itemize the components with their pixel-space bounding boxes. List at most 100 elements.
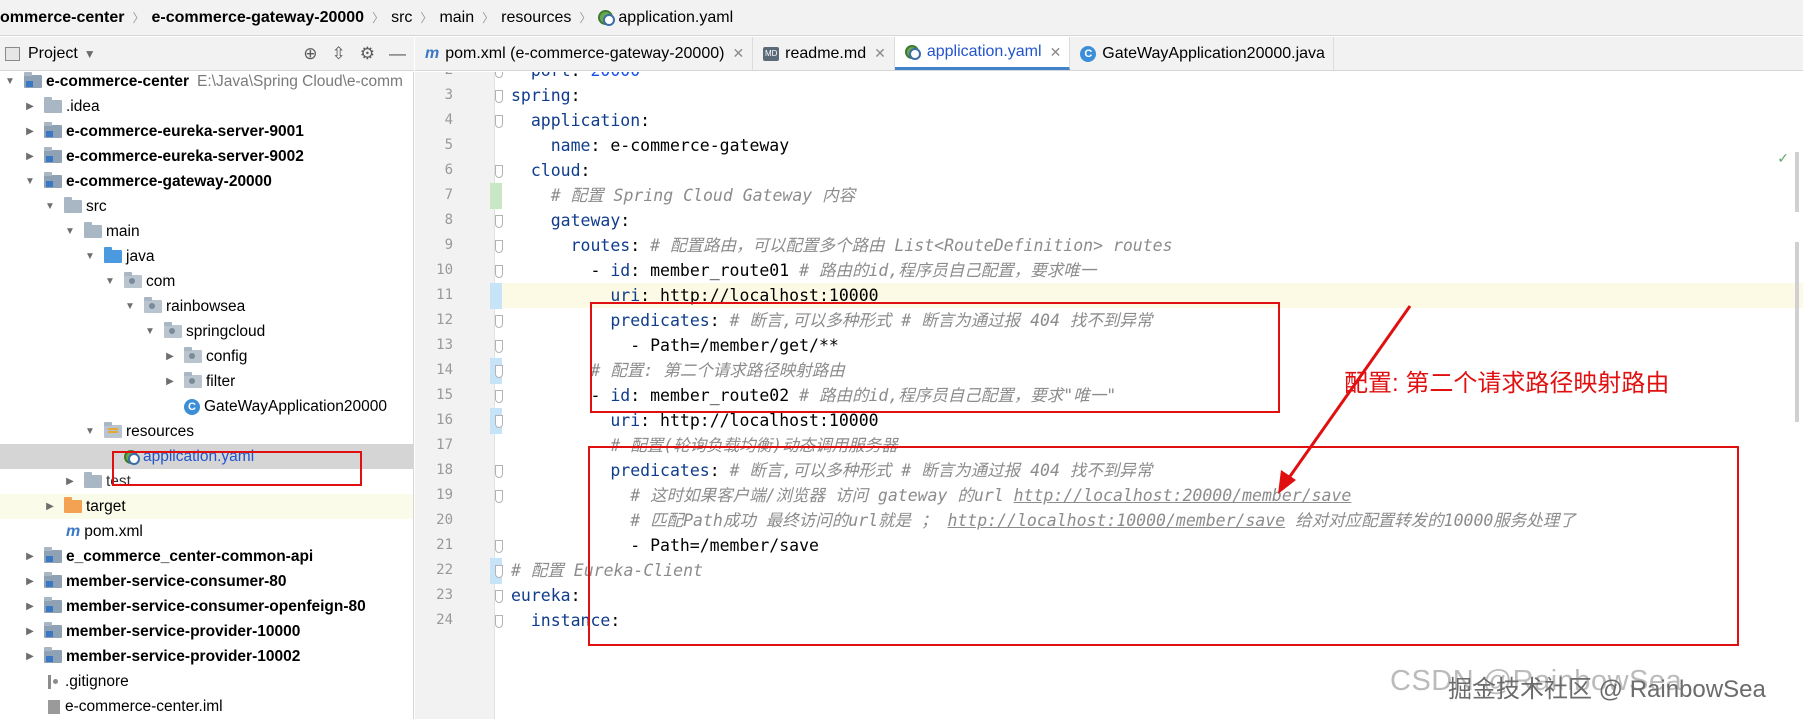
chevron-right-icon[interactable]: ▶ xyxy=(24,551,36,562)
code-line[interactable]: predicates: # 断言,可以多种形式 # 断言为通过报 404 找不到… xyxy=(511,458,1152,483)
tree-item[interactable]: ▶mpom.xml xyxy=(0,519,413,544)
code-line[interactable]: cloud: xyxy=(511,158,591,183)
chevron-right-icon[interactable]: ▶ xyxy=(44,501,56,512)
tree-item[interactable]: ▶ member-service-consumer-openfeign-80 xyxy=(0,594,413,619)
inspection-ok-icon[interactable]: ✓ xyxy=(1777,150,1789,167)
tree-item[interactable]: ▶ member-service-provider-10002 xyxy=(0,644,413,669)
code-line[interactable]: eureka: xyxy=(511,583,581,608)
breadcrumb-item[interactable]: application.yaml xyxy=(598,9,736,27)
breadcrumb-item[interactable]: main xyxy=(439,9,477,27)
code-line[interactable]: gateway: xyxy=(511,208,630,233)
code-line[interactable]: - id: member_route02 # 路由的id,程序员自己配置，要求"… xyxy=(511,383,1116,408)
chevron-down-icon[interactable]: ▼ xyxy=(64,226,76,237)
chevron-down-icon[interactable]: ▼ xyxy=(104,276,116,287)
change-marker[interactable] xyxy=(490,283,502,309)
chevron-right-icon[interactable]: ▶ xyxy=(24,151,36,162)
breadcrumb-item[interactable]: src xyxy=(391,9,415,27)
chevron-right-icon[interactable]: ▶ xyxy=(24,651,36,662)
chevron-down-icon[interactable]: ▼ xyxy=(144,326,156,337)
fold-marker-icon[interactable] xyxy=(495,590,503,603)
tree-item[interactable]: ▼ springcloud xyxy=(0,319,413,344)
tree-item[interactable]: ▶e-commerce-center.iml xyxy=(0,694,413,719)
chevron-right-icon[interactable]: ▶ xyxy=(164,351,176,362)
code-line[interactable]: - Path=/member/save xyxy=(511,533,819,558)
code-line[interactable]: routes: # 配置路由，可以配置多个路由 List<RouteDefini… xyxy=(511,233,1173,258)
tree-item[interactable]: ▶ target xyxy=(0,494,413,519)
chevron-right-icon[interactable]: ▶ xyxy=(24,101,36,112)
code-line[interactable]: # 配置 Eureka-Client xyxy=(511,558,703,583)
code-line[interactable]: uri: http://localhost:10000 xyxy=(511,283,878,308)
editor-tab[interactable]: MD readme.md ✕ xyxy=(753,37,895,70)
tree-item[interactable]: ▶ member-service-provider-10000 xyxy=(0,619,413,644)
tree-item[interactable]: ▼ rainbowsea xyxy=(0,294,413,319)
code-line[interactable]: # 配置 Spring Cloud Gateway 内容 xyxy=(511,183,855,208)
close-icon[interactable]: ✕ xyxy=(874,45,886,62)
tree-item[interactable]: ▼ com xyxy=(0,269,413,294)
fold-marker-icon[interactable] xyxy=(495,215,503,228)
chevron-right-icon[interactable]: ▶ xyxy=(24,601,36,612)
breadcrumb-item[interactable]: ommerce-center xyxy=(0,9,128,27)
fold-marker-icon[interactable] xyxy=(495,540,503,553)
chevron-down-icon[interactable]: ▼ xyxy=(44,201,56,212)
chevron-down-icon[interactable]: ▼ xyxy=(24,176,36,187)
code-line[interactable]: predicates: # 断言,可以多种形式 # 断言为通过报 404 找不到… xyxy=(511,308,1152,333)
tree-item[interactable]: ▶.gitignore xyxy=(0,669,413,694)
tree-item[interactable]: ▶ .idea xyxy=(0,94,413,119)
tree-item[interactable]: ▼ main xyxy=(0,219,413,244)
tree-item[interactable]: ▶ e-commerce-eureka-server-9001 xyxy=(0,119,413,144)
project-panel-title[interactable]: Project xyxy=(28,45,78,63)
chevron-right-icon[interactable]: ▶ xyxy=(24,126,36,137)
tree-item[interactable]: ▶CGateWayApplication20000 xyxy=(0,394,413,419)
chevron-down-icon[interactable]: ▼ xyxy=(124,301,136,312)
collapse-all-icon[interactable]: ⇳ xyxy=(332,44,346,64)
fold-marker-icon[interactable] xyxy=(495,90,503,103)
fold-marker-icon[interactable] xyxy=(495,365,503,378)
tree-item[interactable]: ▶ e_commerce_center-common-api xyxy=(0,544,413,569)
code-line[interactable]: # 配置: 第二个请求路径映射路由 xyxy=(511,358,844,383)
breadcrumb-item[interactable]: e-commerce-gateway-20000 xyxy=(152,9,368,27)
tree-item[interactable]: ▶ member-service-consumer-80 xyxy=(0,569,413,594)
tree-item[interactable]: ▶ test xyxy=(0,469,413,494)
tree-item[interactable]: ▶ e-commerce-eureka-server-9002 xyxy=(0,144,413,169)
chevron-down-icon[interactable]: ▼ xyxy=(4,76,16,87)
fold-marker-icon[interactable] xyxy=(495,465,503,478)
code-line[interactable]: application: xyxy=(511,108,650,133)
locate-icon[interactable]: ⊕ xyxy=(303,44,317,64)
fold-marker-icon[interactable] xyxy=(495,115,503,128)
fold-marker-icon[interactable] xyxy=(495,615,503,628)
scrollbar-marks[interactable] xyxy=(1789,152,1803,432)
change-marker[interactable] xyxy=(490,183,502,209)
chevron-right-icon[interactable]: ▶ xyxy=(164,376,176,387)
tree-item[interactable]: ▼ src xyxy=(0,194,413,219)
gear-icon[interactable]: ⚙ xyxy=(360,44,375,64)
code-line[interactable]: # 匹配Path成功 最终访问的url就是 ； http://localhost… xyxy=(511,508,1576,533)
fold-marker-icon[interactable] xyxy=(495,415,503,428)
fold-marker-icon[interactable] xyxy=(495,72,503,78)
tree-item[interactable]: ▶ filter xyxy=(0,369,413,394)
close-icon[interactable]: ✕ xyxy=(732,45,744,62)
tree-item[interactable]: ▼ e-commerce-center E:\Java\Spring Cloud\e… xyxy=(0,72,413,94)
fold-marker-icon[interactable] xyxy=(495,390,503,403)
code-line[interactable]: port: 20000 xyxy=(511,72,640,83)
code-line[interactable]: uri: http://localhost:10000 xyxy=(511,408,878,433)
chevron-right-icon[interactable]: ▶ xyxy=(24,626,36,637)
tree-item[interactable]: ▶application.yaml xyxy=(0,444,413,469)
code-line[interactable]: - id: member_route01 # 路由的id,程序员自己配置，要求唯… xyxy=(511,258,1096,283)
code-line[interactable]: - Path=/member/get/** xyxy=(511,333,839,358)
fold-marker-icon[interactable] xyxy=(495,240,503,253)
chevron-right-icon[interactable]: ▶ xyxy=(24,576,36,587)
editor-tab[interactable]: m pom.xml (e-commerce-gateway-20000) ✕ xyxy=(415,37,754,70)
minimize-icon[interactable]: — xyxy=(389,44,406,64)
fold-marker-icon[interactable] xyxy=(495,490,503,503)
tree-item[interactable]: ▼ java xyxy=(0,244,413,269)
chevron-down-icon[interactable]: ▼ xyxy=(84,426,96,437)
close-icon[interactable]: ✕ xyxy=(1050,44,1062,61)
chevron-down-icon[interactable]: ▼ xyxy=(84,251,96,262)
fold-marker-icon[interactable] xyxy=(495,315,503,328)
fold-marker-icon[interactable] xyxy=(495,265,503,278)
breadcrumb-item[interactable]: resources xyxy=(501,9,574,27)
code-line[interactable]: spring: xyxy=(511,83,581,108)
editor-tab[interactable]: C GateWayApplication20000.java xyxy=(1070,37,1334,70)
code-line[interactable]: # 配置(轮询负载均衡)动态调用服务器 xyxy=(511,433,897,458)
code-line[interactable]: name: e-commerce-gateway xyxy=(511,133,789,158)
